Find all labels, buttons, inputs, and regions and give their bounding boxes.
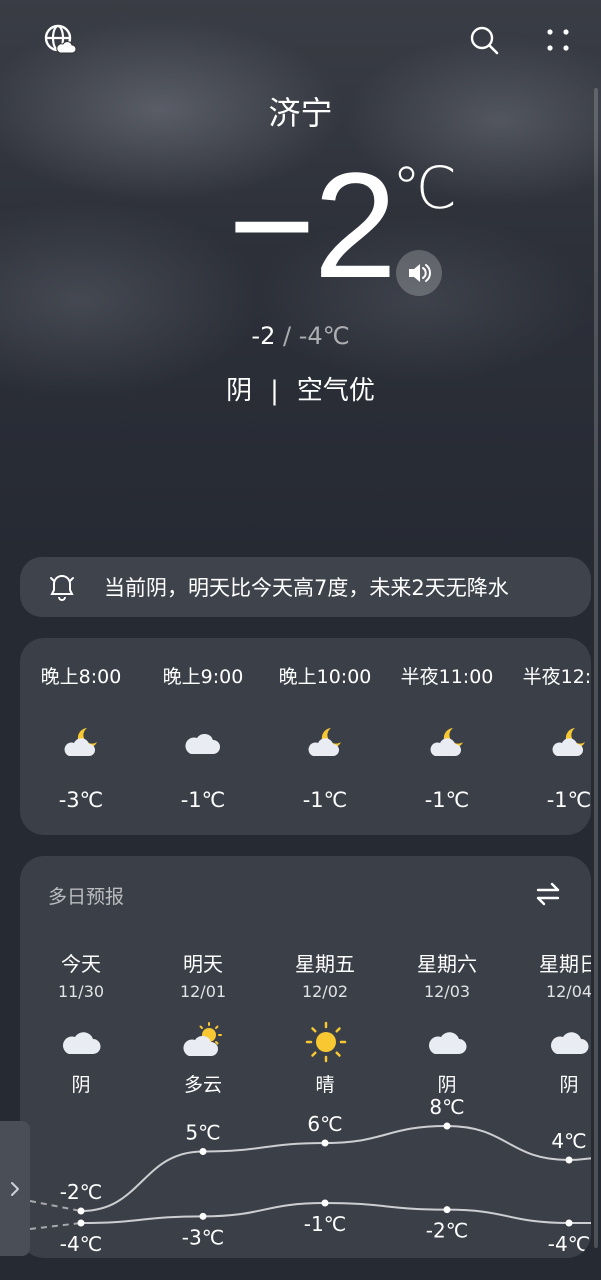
- temperature-unit: ℃: [392, 154, 458, 222]
- condition-text: 阴: [226, 376, 253, 406]
- low-temp-point: [321, 1199, 329, 1207]
- temperature-trend-chart: -2℃ 5℃ 6℃ 8℃ 4℃ -4℃ -3℃ -1℃ -2℃ -4℃: [29, 1095, 591, 1256]
- hour-time: 晚上8:00: [40, 666, 122, 688]
- hour-item[interactable]: 晚上9:00 -1℃: [142, 638, 264, 835]
- hour-temp: -1℃: [546, 788, 591, 812]
- chevron-right-icon: [11, 1181, 19, 1196]
- daily-forecast-card[interactable]: 多日预报 今天 11/30 阴 明天 12/01 多云 星期五 12/02 晴 …: [20, 856, 591, 1258]
- hourly-forecast-card[interactable]: 晚上8:00 -3℃ 晚上9:00 -1℃ 晚上10:00 -1℃ 半夜11:0…: [20, 638, 591, 835]
- hour-item[interactable]: 晚上8:00 -3℃: [20, 638, 142, 835]
- hour-time: 晚上10:00: [278, 666, 372, 688]
- high-temp-label: 4℃: [551, 1129, 586, 1153]
- city-name: 济宁: [268, 94, 333, 132]
- hour-item[interactable]: 晚上10:00 -1℃: [264, 638, 386, 835]
- low-lead-dash: [29, 1222, 82, 1230]
- hour-time: 晚上9:00: [162, 666, 244, 688]
- high-temp-label: 8℃: [429, 1095, 464, 1119]
- high-temp-point: [565, 1156, 573, 1164]
- range-high: -2: [251, 322, 276, 350]
- low-temp-point: [565, 1219, 573, 1227]
- cloud-icon: [185, 733, 220, 754]
- high-temp-point: [321, 1139, 329, 1147]
- hour-item[interactable]: 半夜12:00 -1℃: [508, 638, 591, 835]
- range-separator: /: [275, 322, 299, 350]
- globe-cloud-icon[interactable]: [42, 22, 78, 58]
- low-temp-label: -1℃: [304, 1212, 346, 1236]
- high-temp-label: -2℃: [60, 1180, 102, 1204]
- low-temp-label: -4℃: [60, 1232, 102, 1256]
- bell-alert-icon: [50, 574, 74, 601]
- hour-temp: -1℃: [424, 788, 470, 812]
- hour-temp: -1℃: [302, 788, 348, 812]
- current-temperature: −2 ℃: [0, 150, 601, 310]
- hour-temp: -1℃: [180, 788, 226, 812]
- speaker-icon[interactable]: [396, 250, 442, 296]
- weather-alert-bar[interactable]: 当前阴，明天比今天高7度，未来2天无降水: [20, 557, 591, 617]
- temperature-value: −2: [228, 141, 397, 309]
- high-temp-line: [80, 1124, 591, 1212]
- high-temp-point: [199, 1148, 207, 1155]
- more-icon[interactable]: [540, 22, 576, 58]
- high-temp-label: 5℃: [185, 1121, 220, 1145]
- moon-cloud-icon: [430, 728, 463, 756]
- side-drawer-handle[interactable]: [0, 1121, 30, 1256]
- moon-cloud-icon: [308, 728, 341, 756]
- low-temp-label: -3℃: [182, 1225, 224, 1249]
- condition-separator: |: [270, 376, 279, 406]
- air-quality[interactable]: 空气优: [297, 376, 375, 406]
- hour-time: 半夜12:00: [522, 666, 591, 688]
- moon-cloud-icon: [64, 728, 97, 756]
- high-temp-label: 6℃: [307, 1112, 342, 1136]
- hour-item[interactable]: 半夜11:00 -1℃: [386, 638, 508, 835]
- low-temp-label: -2℃: [426, 1219, 468, 1243]
- hour-temp: -3℃: [58, 788, 104, 812]
- low-temp-point: [199, 1212, 207, 1220]
- high-temp-point: [77, 1207, 85, 1215]
- high-temp-point: [443, 1122, 451, 1130]
- low-temp-point: [443, 1206, 451, 1214]
- hour-time: 半夜11:00: [400, 666, 494, 688]
- low-temp-point: [77, 1219, 85, 1227]
- alert-text: 当前阴，明天比今天高7度，未来2天无降水: [104, 576, 509, 600]
- range-low: -4℃: [298, 322, 350, 350]
- condition-line: 阴 | 空气优: [0, 370, 601, 407]
- low-temp-label: -4℃: [548, 1232, 590, 1256]
- temperature-range: -2 / -4℃: [0, 322, 601, 350]
- moon-cloud-icon: [552, 728, 585, 756]
- search-icon[interactable]: [466, 22, 502, 58]
